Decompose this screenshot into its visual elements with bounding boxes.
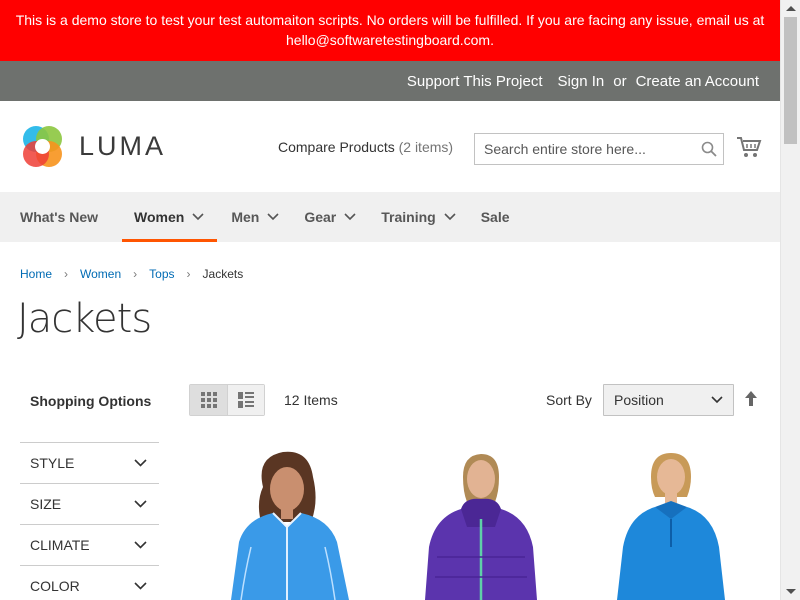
product-item[interactable] <box>201 447 381 600</box>
search-field[interactable]: Search entire store here... <box>474 133 724 165</box>
product-image[interactable] <box>589 447 769 600</box>
filter-sidebar: Shopping Options STYLE SIZE CLIMATE COLO… <box>20 384 159 600</box>
luma-logo-icon <box>23 126 62 167</box>
filter-label: CLIMATE <box>30 537 90 553</box>
search-input[interactable]: Search entire store here... <box>484 141 695 157</box>
breadcrumb-home[interactable]: Home <box>20 267 52 281</box>
sort-direction-up-icon[interactable] <box>743 390 759 408</box>
filter-color[interactable]: COLOR <box>20 565 159 600</box>
page-scrollbar[interactable] <box>780 0 800 600</box>
nav-item-label: Women <box>134 209 185 225</box>
cart-icon[interactable] <box>736 135 762 159</box>
nav-item-label: Training <box>381 209 436 225</box>
scrollbar-thumb[interactable] <box>784 17 797 144</box>
breadcrumb-women[interactable]: Women <box>80 267 121 281</box>
demo-notice-text: This is a demo store to test your test a… <box>15 12 765 48</box>
shopping-options-title: Shopping Options <box>30 393 152 409</box>
filter-size[interactable]: SIZE <box>20 483 159 524</box>
filter-style[interactable]: STYLE <box>20 442 159 483</box>
support-project-link[interactable]: Support This Project <box>407 73 543 90</box>
grid-view-icon[interactable] <box>190 385 227 415</box>
product-item[interactable] <box>589 447 769 600</box>
view-mode-switcher <box>189 384 265 416</box>
logo[interactable]: LUMA <box>20 124 166 169</box>
sort-by-value: Position <box>614 392 664 408</box>
chevron-down-icon <box>192 213 204 221</box>
filter-climate[interactable]: CLIMATE <box>20 524 159 565</box>
compare-products-count: (2 items) <box>398 139 454 155</box>
nav-item-men[interactable]: Men <box>231 192 290 242</box>
product-item[interactable] <box>395 447 575 600</box>
filter-label: COLOR <box>30 578 80 594</box>
nav-item-label: Gear <box>304 209 337 225</box>
sign-in-link[interactable]: Sign In <box>558 73 605 90</box>
chevron-down-icon <box>444 213 456 221</box>
chevron-right-icon: › <box>64 267 69 281</box>
nav-item-training[interactable]: Training <box>381 192 466 242</box>
product-image[interactable] <box>201 447 381 600</box>
compare-products-link[interactable]: Compare Products (2 items) <box>278 139 453 155</box>
nav-item-whats-new[interactable]: What's New <box>20 192 120 242</box>
breadcrumb: Home › Women › Tops › Jackets <box>20 267 243 281</box>
nav-item-sale[interactable]: Sale <box>481 192 521 242</box>
filter-label: STYLE <box>30 455 75 471</box>
main-nav: What's New Women Men Gear Training Sale <box>0 192 780 242</box>
nav-item-label: Men <box>231 209 260 225</box>
scroll-up-icon[interactable] <box>786 6 796 11</box>
product-image[interactable] <box>395 447 575 600</box>
nav-item-gear[interactable]: Gear <box>304 192 367 242</box>
page: This is a demo store to test your test a… <box>0 0 780 600</box>
search-icon[interactable] <box>695 134 723 164</box>
nav-item-label: Sale <box>480 209 510 225</box>
header: LUMA Compare Products (2 items) Search e… <box>0 101 780 192</box>
scroll-down-icon[interactable] <box>786 589 796 594</box>
chevron-down-icon <box>134 541 147 549</box>
chevron-down-icon <box>134 500 147 508</box>
sort-by-label: Sort By <box>546 392 592 408</box>
chevron-right-icon: › <box>186 267 191 281</box>
demo-notice: This is a demo store to test your test a… <box>0 0 780 61</box>
filter-label: SIZE <box>30 496 62 512</box>
create-account-link[interactable]: Create an Account <box>636 73 759 90</box>
products-toolbar: 12 Items Sort By Position <box>189 384 769 416</box>
or-text: or <box>613 72 627 90</box>
top-links-bar: Support This Project Sign In or Create a… <box>0 61 780 101</box>
list-view-icon[interactable] <box>227 385 264 415</box>
chevron-down-icon <box>344 213 356 221</box>
chevron-down-icon <box>134 582 147 590</box>
item-count: 12 Items <box>284 392 338 408</box>
chevron-down-icon <box>267 213 279 221</box>
page-title: Jackets <box>17 296 152 342</box>
chevron-down-icon <box>134 459 147 467</box>
compare-products-label: Compare Products <box>278 139 395 155</box>
sort-by-select[interactable]: Position <box>603 384 734 416</box>
nav-item-women[interactable]: Women <box>122 192 218 242</box>
logo-text: LUMA <box>79 131 167 161</box>
nav-item-label: What's New <box>20 209 99 225</box>
breadcrumb-tops[interactable]: Tops <box>149 267 174 281</box>
breadcrumb-current: Jackets <box>202 267 244 281</box>
chevron-right-icon: › <box>133 267 138 281</box>
chevron-down-icon <box>711 396 723 404</box>
